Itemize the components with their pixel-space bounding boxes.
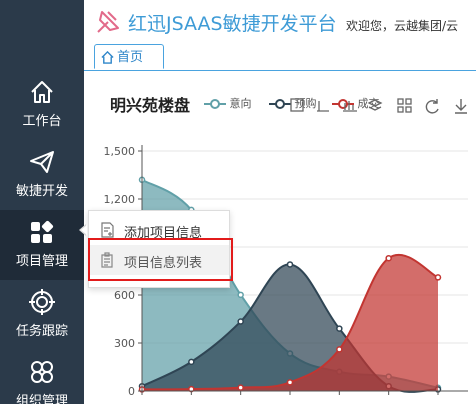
highlight-box <box>88 238 233 281</box>
data-point <box>188 358 195 366</box>
sidebar-item-task-tracking[interactable]: 任务跟踪 <box>0 280 84 350</box>
apps-icon <box>31 220 54 243</box>
data-point <box>385 254 392 262</box>
sidebar-item-label: 敏捷开发 <box>15 184 68 199</box>
logo-icon <box>97 11 119 33</box>
data-point <box>286 379 294 386</box>
tab-home[interactable]: 首页 <box>94 44 164 69</box>
paper-plane-icon <box>30 151 54 173</box>
sidebar-item-label: 项目管理 <box>15 254 68 269</box>
sidebar: 工作台 敏捷开发 项目管理 任务跟踪 组织管理 <box>0 0 84 409</box>
sidebar-item-label: 任务跟踪 <box>15 324 68 339</box>
popup-arrow-inner <box>81 225 87 235</box>
y-tick-label: 1,200 <box>104 193 136 206</box>
data-point <box>434 274 442 281</box>
welcome-text: 欢迎您，云越集团/云 <box>346 19 459 33</box>
tab-bar: 首页 <box>84 44 476 71</box>
sidebar-item-project-mgmt[interactable]: 项目管理 <box>0 210 84 280</box>
y-tick-label: 0 <box>128 385 135 398</box>
org-icon <box>31 361 53 383</box>
target-icon <box>29 289 55 315</box>
data-point <box>336 325 343 332</box>
data-point <box>237 384 244 391</box>
data-point <box>237 291 244 299</box>
home-icon <box>31 81 53 103</box>
sidebar-item-label: 工作台 <box>22 114 62 129</box>
sidebar-item-agile-dev[interactable]: 敏捷开发 <box>0 140 84 210</box>
data-point <box>237 318 244 325</box>
header: 红迅JSAAS敏捷开发平台 欢迎您，云越集团/云 <box>84 0 476 44</box>
y-tick-label: 600 <box>114 289 135 302</box>
y-tick-label: 300 <box>114 337 135 350</box>
sidebar-item-label: 组织管理 <box>15 394 68 409</box>
app-title: 红迅JSAAS敏捷开发平台 <box>128 13 337 35</box>
data-point <box>336 346 343 353</box>
home-icon <box>101 51 114 64</box>
y-tick-label: 1,500 <box>104 145 136 158</box>
sidebar-item-workbench[interactable]: 工作台 <box>0 70 84 140</box>
data-point <box>286 261 294 268</box>
add-doc-icon <box>101 222 114 238</box>
sidebar-item-org-mgmt[interactable]: 组织管理 <box>0 350 84 420</box>
tab-label: 首页 <box>117 50 144 65</box>
